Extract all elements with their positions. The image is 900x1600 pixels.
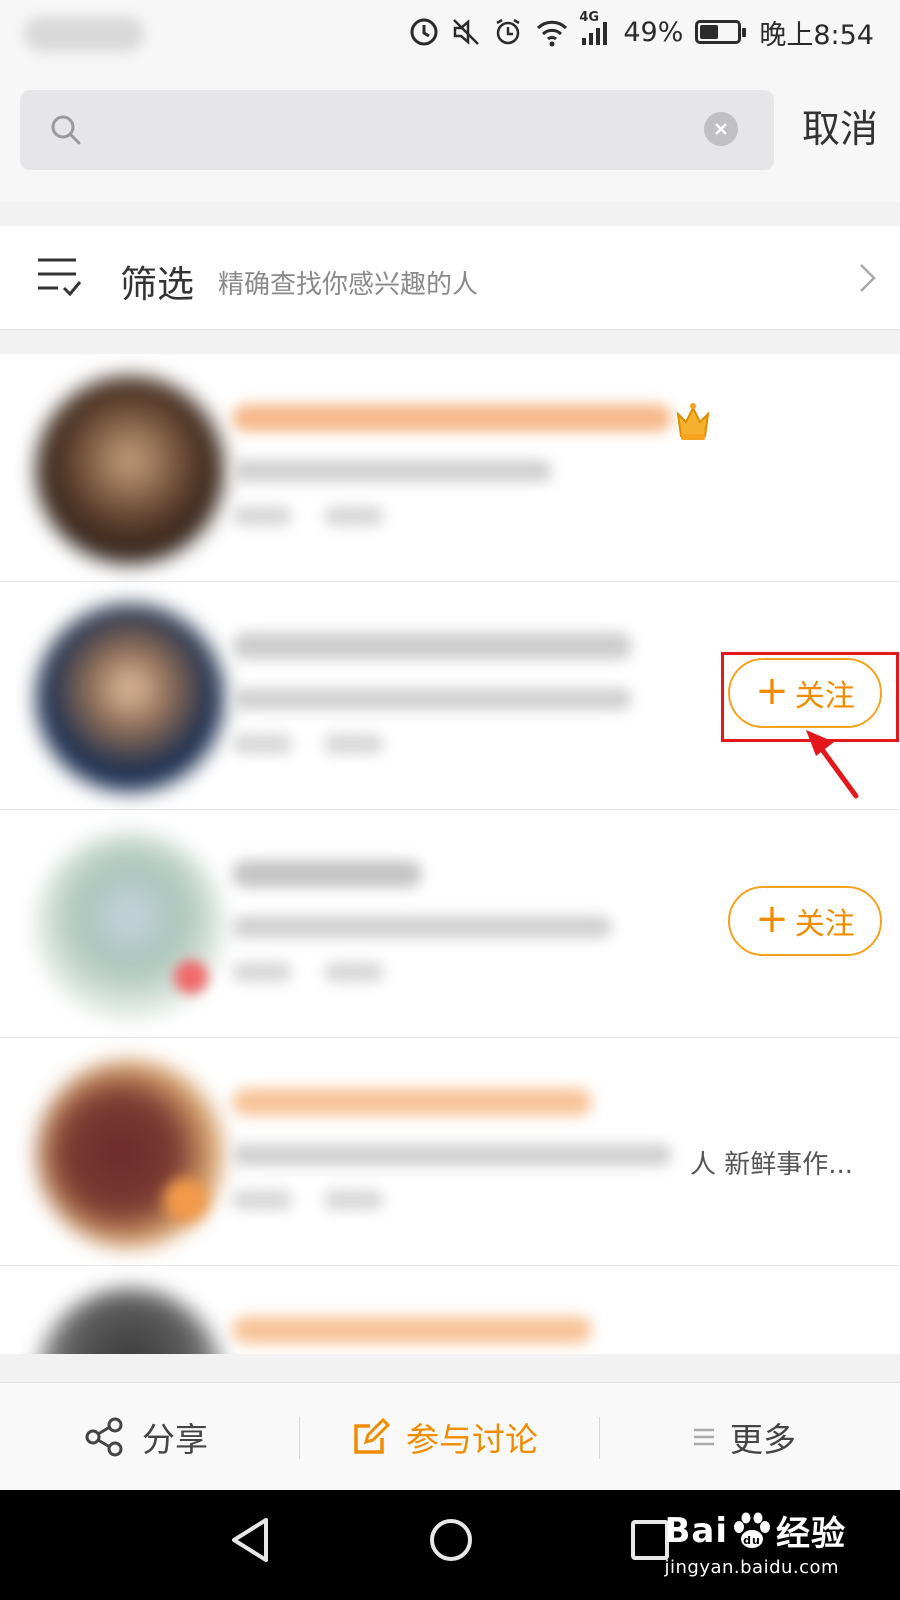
- share-icon: [85, 1417, 123, 1457]
- filter-list-icon: [38, 258, 82, 297]
- search-area: 取消: [0, 64, 900, 202]
- system-nav-bar: Bai du 经验 jingyan.baidu.com: [0, 1490, 900, 1600]
- more-button[interactable]: 更多: [694, 1383, 796, 1491]
- bottom-action-bar: 分享 参与讨论 更多: [0, 1382, 900, 1490]
- filter-subtitle: 精确查找你感兴趣的人: [218, 270, 479, 300]
- clock: 晚上8:54: [759, 19, 874, 51]
- carrier-info: [24, 16, 144, 52]
- svg-text:du: du: [743, 1534, 761, 1547]
- follow-button[interactable]: + 关注: [728, 886, 882, 956]
- annotation-highlight-box: [721, 652, 899, 742]
- network-type-label: 4G: [579, 10, 600, 25]
- cancel-button[interactable]: 取消: [802, 98, 878, 153]
- watermark-url: jingyan.baidu.com: [664, 1557, 840, 1578]
- battery-percent: 49%: [623, 16, 684, 48]
- follow-label: 关注: [794, 907, 855, 942]
- redacted-user-info: [14, 810, 690, 1038]
- avatar: [36, 604, 224, 792]
- search-icon: [51, 115, 81, 145]
- list-item[interactable]: [0, 354, 900, 582]
- divider: [299, 1417, 300, 1459]
- mute-icon: [453, 19, 480, 45]
- plus-icon: +: [755, 896, 789, 942]
- redacted-user-info: [14, 582, 690, 810]
- filter-title: 筛选: [120, 263, 194, 306]
- status-icons: 4G 49% 晚上8:54: [409, 10, 874, 54]
- discuss-button[interactable]: 参与讨论: [352, 1383, 538, 1491]
- share-label: 分享: [142, 1420, 208, 1459]
- status-bar: 4G 49% 晚上8:54: [0, 0, 900, 64]
- back-icon[interactable]: [228, 1516, 272, 1564]
- avatar: [36, 1288, 224, 1354]
- divider: [599, 1417, 600, 1459]
- filter-row[interactable]: 筛选 精确查找你感兴趣的人: [0, 226, 900, 330]
- paw-icon: du: [734, 1512, 770, 1548]
- search-input[interactable]: [20, 90, 774, 170]
- annotation-arrow-icon: [806, 730, 859, 799]
- discuss-label: 参与讨论: [406, 1420, 538, 1459]
- user-description-tail: 人 新鲜事作...: [690, 1150, 854, 1180]
- baidu-jingyan-watermark: Bai du 经验 jingyan.baidu.com: [664, 1510, 846, 1579]
- redacted-user-info: [14, 354, 690, 582]
- more-label: 更多: [730, 1420, 796, 1459]
- alarm-icon: [496, 18, 520, 45]
- clear-icon[interactable]: [704, 112, 738, 146]
- list-item[interactable]: [0, 1266, 900, 1354]
- user-results-list: + 关注 + 关注 人 新鲜事作...: [0, 354, 900, 1354]
- redacted-user-info: [14, 1266, 690, 1354]
- search-query-redacted: [118, 112, 338, 154]
- battery-icon: [695, 20, 747, 44]
- vip-crown-icon: [676, 403, 710, 440]
- screen: 4G 49% 晚上8:54 取消 筛选 精确查找你感兴趣的人 + 关注 + 关注…: [0, 0, 900, 1600]
- signal-icon: 4G: [579, 10, 611, 46]
- data-saver-icon: [410, 18, 438, 46]
- menu-icon: [694, 1428, 714, 1446]
- avatar: [36, 376, 224, 564]
- avatar: [36, 1060, 224, 1248]
- share-button[interactable]: 分享: [84, 1383, 208, 1491]
- wifi-icon: [537, 20, 568, 47]
- chevron-right-icon: [860, 264, 876, 292]
- list-item[interactable]: + 关注: [0, 810, 900, 1038]
- list-item[interactable]: 人 新鲜事作...: [0, 1038, 900, 1266]
- home-icon[interactable]: [428, 1516, 474, 1564]
- compose-icon: [354, 1418, 390, 1454]
- redacted-user-info: [14, 1038, 690, 1266]
